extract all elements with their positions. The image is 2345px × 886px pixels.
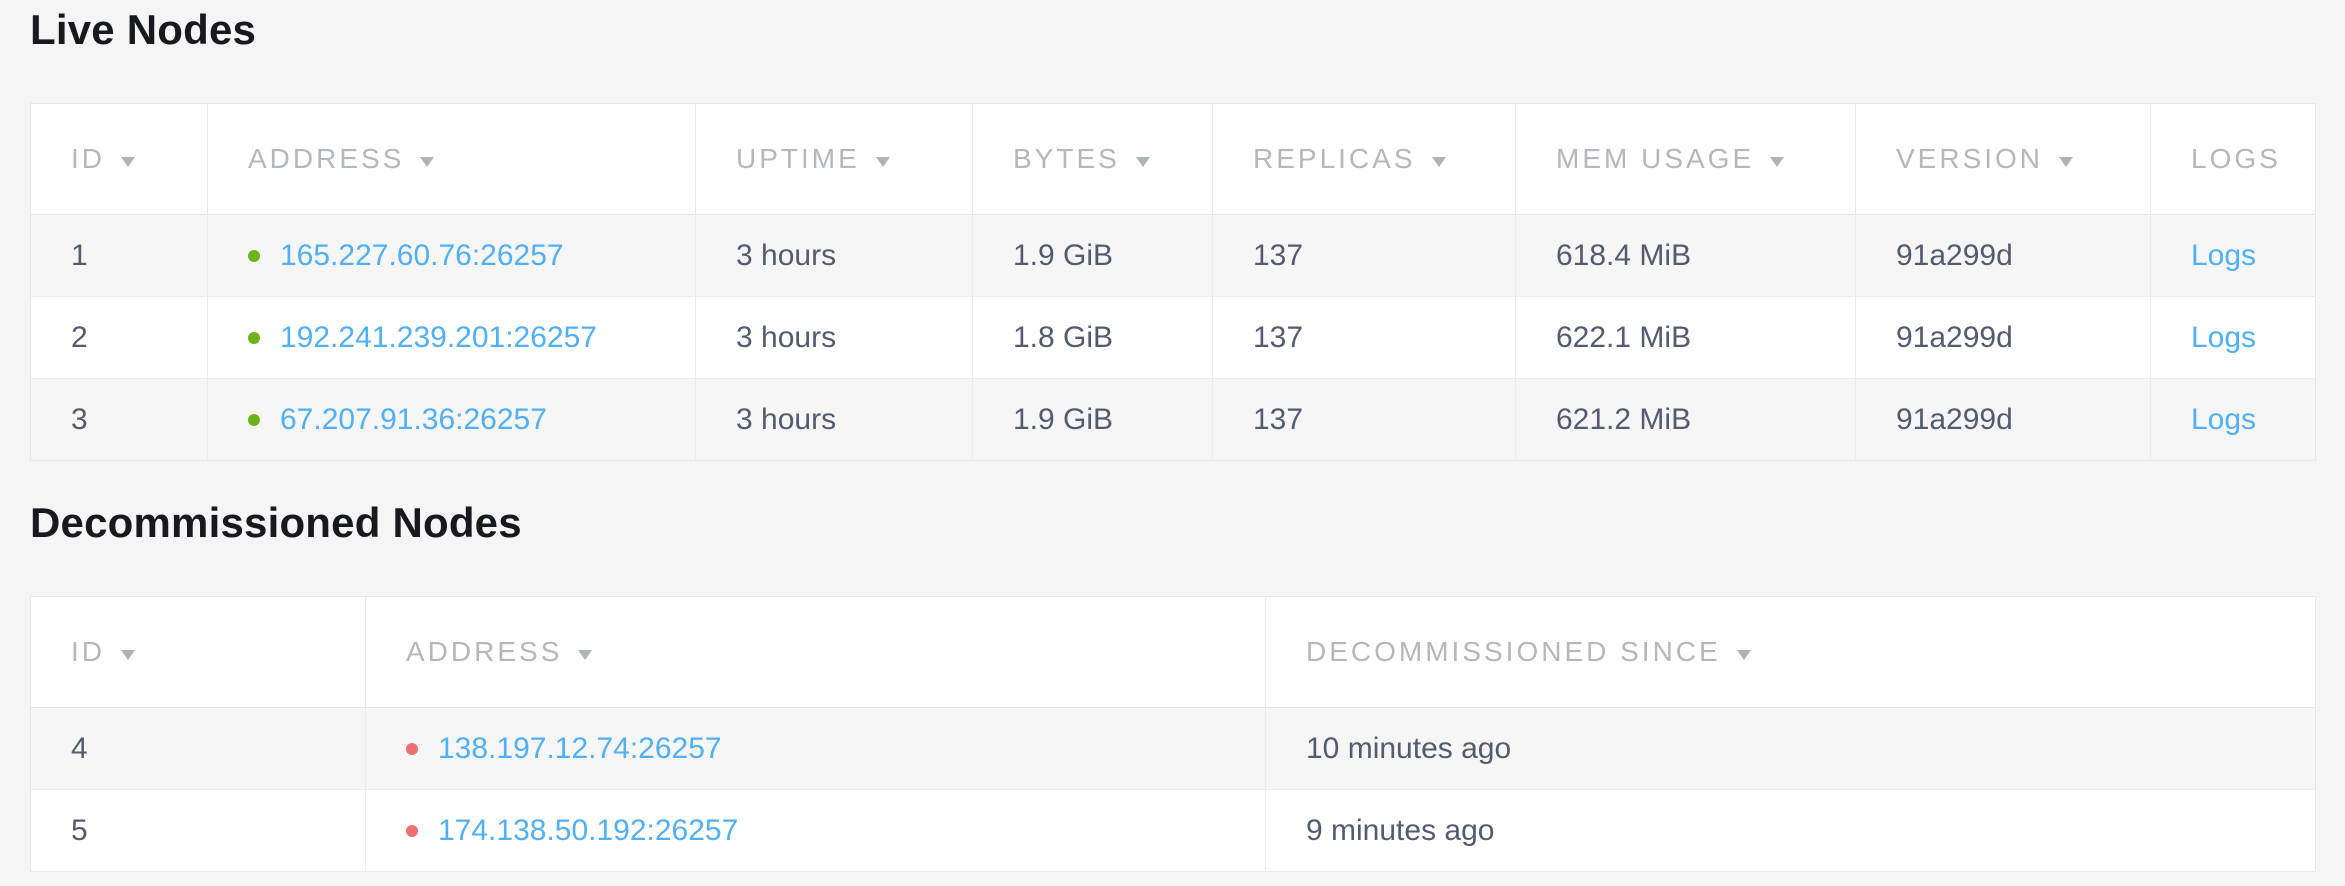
sort-arrow-icon	[1136, 157, 1150, 167]
sort-arrow-icon	[420, 157, 434, 167]
column-header-label: BYTES	[1013, 143, 1120, 174]
cell-id: 5	[31, 790, 366, 872]
table-row: 4 138.197.12.74:26257 10 minutes ago	[31, 708, 2316, 790]
column-header-label: DECOMMISSIONED SINCE	[1306, 636, 1721, 667]
decommissioned-nodes-title: Decommissioned Nodes	[30, 499, 2315, 547]
column-header-id[interactable]: ID	[31, 104, 208, 215]
cell-address: 192.241.239.201:26257	[208, 297, 696, 379]
live-nodes-header: ID ADDRESS UPTIME BYTES REPLICAS MEM USAGE VER…	[31, 104, 2316, 215]
sort-arrow-icon	[578, 650, 592, 660]
cell-bytes: 1.9 GiB	[973, 379, 1213, 461]
live-nodes-title: Live Nodes	[30, 6, 2315, 54]
cell-mem_usage: 621.2 MiB	[1516, 379, 1856, 461]
cell-replicas: 137	[1213, 215, 1516, 297]
cell-logs: Logs	[2151, 215, 2316, 297]
cell-replicas: 137	[1213, 379, 1516, 461]
logs-link[interactable]: Logs	[2191, 403, 2256, 436]
column-header-logs: LOGS	[2151, 104, 2316, 215]
sort-arrow-icon	[121, 650, 135, 660]
decommissioned-status-icon	[406, 743, 418, 755]
live-nodes-table: ID ADDRESS UPTIME BYTES REPLICAS MEM USAGE VER…	[30, 103, 2316, 461]
cell-address: 67.207.91.36:26257	[208, 379, 696, 461]
live-status-icon	[248, 250, 260, 262]
cell-bytes: 1.9 GiB	[973, 215, 1213, 297]
table-row: 1 165.227.60.76:26257 3 hours1.9 GiB137618…	[31, 215, 2316, 297]
cluster-nodes-page: Live Nodes ID ADDRESS UPTIME BYTES REPLICAS M…	[0, 6, 2345, 872]
column-header-version[interactable]: VERSION	[1856, 104, 2151, 215]
cell-version: 91a299d	[1856, 297, 2151, 379]
column-header-label: UPTIME	[736, 143, 860, 174]
node-address-link[interactable]: 192.241.239.201:26257	[280, 321, 597, 354]
node-address-link[interactable]: 138.197.12.74:26257	[438, 732, 722, 765]
cell-bytes: 1.8 GiB	[973, 297, 1213, 379]
decommissioned-nodes-header: ID ADDRESS DECOMMISSIONED SINCE	[31, 597, 2316, 708]
cell-uptime: 3 hours	[696, 297, 973, 379]
live-nodes-body: 1 165.227.60.76:26257 3 hours1.9 GiB137618…	[31, 215, 2316, 461]
sort-arrow-icon	[1770, 157, 1784, 167]
column-header-decommissioned-since[interactable]: DECOMMISSIONED SINCE	[1266, 597, 2316, 708]
table-row: 5 174.138.50.192:26257 9 minutes ago	[31, 790, 2316, 872]
cell-uptime: 3 hours	[696, 379, 973, 461]
node-address-link[interactable]: 174.138.50.192:26257	[438, 814, 738, 847]
cell-replicas: 137	[1213, 297, 1516, 379]
cell-address: 165.227.60.76:26257	[208, 215, 696, 297]
table-row: 3 67.207.91.36:26257 3 hours1.9 GiB137621.…	[31, 379, 2316, 461]
sort-arrow-icon	[2059, 157, 2073, 167]
column-header-label: ID	[71, 143, 105, 174]
live-status-icon	[248, 414, 260, 426]
column-header-label: ADDRESS	[248, 143, 404, 174]
column-header-label: ID	[71, 636, 105, 667]
sort-arrow-icon	[876, 157, 890, 167]
column-header-label: REPLICAS	[1253, 143, 1416, 174]
column-header-label: MEM USAGE	[1556, 143, 1754, 174]
sort-arrow-icon	[121, 157, 135, 167]
node-address-link[interactable]: 165.227.60.76:26257	[280, 239, 564, 272]
decommissioned-nodes-body: 4 138.197.12.74:26257 10 minutes ago 5 174.1…	[31, 708, 2316, 872]
column-header-label: VERSION	[1896, 143, 2043, 174]
cell-version: 91a299d	[1856, 379, 2151, 461]
decommissioned-nodes-table: ID ADDRESS DECOMMISSIONED SINCE 4 138.197.1…	[30, 596, 2316, 872]
node-address-link[interactable]: 67.207.91.36:26257	[280, 403, 547, 436]
column-header-label: LOGS	[2191, 143, 2281, 174]
column-header-address[interactable]: ADDRESS	[366, 597, 1266, 708]
cell-version: 91a299d	[1856, 215, 2151, 297]
column-header-id[interactable]: ID	[31, 597, 366, 708]
cell-since: 10 minutes ago	[1266, 708, 2316, 790]
sort-arrow-icon	[1737, 650, 1751, 660]
cell-id: 4	[31, 708, 366, 790]
decommissioned-status-icon	[406, 825, 418, 837]
cell-since: 9 minutes ago	[1266, 790, 2316, 872]
table-row: 2 192.241.239.201:26257 3 hours1.8 GiB1376…	[31, 297, 2316, 379]
column-header-bytes[interactable]: BYTES	[973, 104, 1213, 215]
column-header-address[interactable]: ADDRESS	[208, 104, 696, 215]
cell-address: 138.197.12.74:26257	[366, 708, 1266, 790]
cell-id: 2	[31, 297, 208, 379]
column-header-replicas[interactable]: REPLICAS	[1213, 104, 1516, 215]
cell-mem_usage: 622.1 MiB	[1516, 297, 1856, 379]
live-status-icon	[248, 332, 260, 344]
column-header-uptime[interactable]: UPTIME	[696, 104, 973, 215]
cell-logs: Logs	[2151, 379, 2316, 461]
logs-link[interactable]: Logs	[2191, 321, 2256, 354]
cell-id: 3	[31, 379, 208, 461]
cell-address: 174.138.50.192:26257	[366, 790, 1266, 872]
cell-logs: Logs	[2151, 297, 2316, 379]
logs-link[interactable]: Logs	[2191, 239, 2256, 272]
cell-mem_usage: 618.4 MiB	[1516, 215, 1856, 297]
cell-uptime: 3 hours	[696, 215, 973, 297]
cell-id: 1	[31, 215, 208, 297]
sort-arrow-icon	[1432, 157, 1446, 167]
column-header-mem-usage[interactable]: MEM USAGE	[1516, 104, 1856, 215]
column-header-label: ADDRESS	[406, 636, 562, 667]
